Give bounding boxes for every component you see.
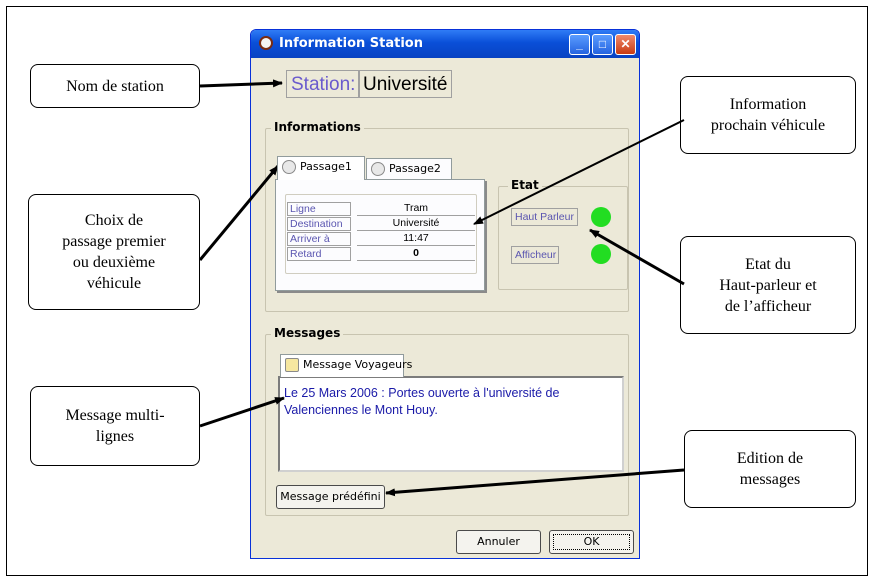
message-icon <box>285 358 299 372</box>
tab-passage1-label: Passage1 <box>300 160 352 173</box>
clock-icon <box>282 160 296 174</box>
arrow-message-edit <box>385 468 685 497</box>
arrow-multiline-message <box>199 396 285 428</box>
arrow-station-name <box>199 79 283 88</box>
arrow-device-state <box>589 228 685 286</box>
tab-message-voyageurs[interactable]: Message Voyageurs <box>280 354 412 377</box>
tab-passage1[interactable]: Passage1 <box>277 156 365 180</box>
tab-message-label: Message Voyageurs <box>303 358 413 371</box>
arrow-next-vehicle <box>473 119 685 225</box>
arrow-passage-choice <box>198 165 280 261</box>
annotation-arrows <box>198 79 685 497</box>
